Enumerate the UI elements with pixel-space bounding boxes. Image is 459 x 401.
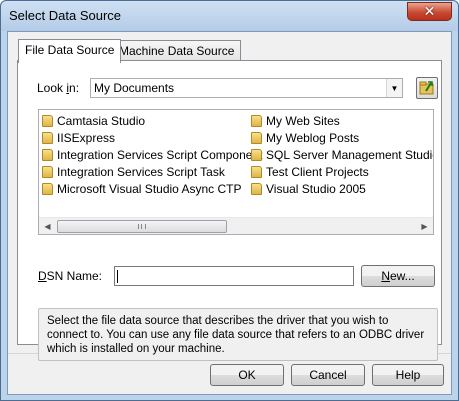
list-item[interactable]: Visual Studio 2005 — [251, 180, 366, 197]
folder-icon — [42, 131, 53, 144]
list-item-label: Test Client Projects — [266, 164, 369, 179]
dsn-name-input[interactable] — [114, 266, 354, 286]
description-box: Select the file data source that describ… — [38, 308, 438, 361]
tab-label: File Data Source — [25, 43, 115, 57]
description-text: Select the file data source that describ… — [47, 315, 425, 355]
tab-machine-data-source[interactable]: Machine Data Source — [112, 40, 242, 62]
scroll-right-icon[interactable]: ▶ — [416, 218, 433, 234]
list-item-label: IISExpress — [57, 130, 116, 145]
list-item[interactable]: Camtasia Studio — [42, 112, 145, 129]
list-item-label: My Web Sites — [266, 113, 340, 128]
look-in-value: My Documents — [94, 81, 175, 95]
title-bar[interactable]: Select Data Source ✕ — [1, 1, 458, 31]
list-item[interactable]: Integration Services Script Task — [42, 163, 225, 180]
ok-button-label: OK — [238, 368, 256, 382]
list-item-label: Integration Services Script Task — [57, 164, 225, 179]
list-item-label: Visual Studio 2005 — [266, 181, 366, 196]
tab-file-data-source[interactable]: File Data Source — [18, 39, 122, 63]
help-button-label: Help — [395, 368, 421, 382]
folder-icon — [251, 131, 262, 144]
new-button-label: New... — [381, 269, 415, 283]
folder-icon — [251, 182, 262, 195]
horizontal-scrollbar[interactable]: ◀ ▶ — [39, 217, 433, 234]
list-item[interactable]: Integration Services Script Component — [42, 146, 262, 163]
close-button[interactable]: ✕ — [407, 2, 452, 21]
list-item-label: SQL Server Management Studio — [266, 147, 434, 162]
list-item[interactable]: My Web Sites — [251, 112, 340, 129]
new-button[interactable]: New... — [361, 265, 435, 287]
tab-label: Machine Data Source — [119, 44, 235, 58]
folder-icon — [42, 165, 53, 178]
folder-icon — [42, 114, 53, 127]
list-item[interactable]: My Weblog Posts — [251, 129, 359, 146]
look-in-label: Look in: — [37, 81, 80, 95]
cancel-button-label: Cancel — [309, 368, 347, 382]
look-in-dropdown[interactable]: My Documents ▼ — [90, 78, 403, 98]
list-item-label: Camtasia Studio — [57, 113, 146, 128]
folder-icon — [42, 182, 53, 195]
scroll-thumb[interactable] — [57, 220, 227, 233]
help-button[interactable]: Help — [372, 364, 444, 386]
list-item[interactable]: IISExpress — [42, 129, 115, 146]
folder-icon — [251, 165, 262, 178]
dsn-name-label: DSN Name: — [38, 269, 103, 283]
dialog-client: File Data Source Machine Data Source Loo… — [7, 31, 452, 395]
list-item[interactable]: Test Client Projects — [251, 163, 369, 180]
folder-icon — [251, 114, 262, 127]
text-caret — [117, 270, 118, 283]
folder-up-icon — [419, 81, 434, 95]
chevron-down-icon[interactable]: ▼ — [386, 79, 402, 97]
ok-button[interactable]: OK — [210, 364, 284, 386]
folder-icon — [251, 148, 262, 161]
tab-panel: Look in: My Documents ▼ Camtasia Studio — [17, 60, 442, 361]
list-item[interactable]: Microsoft Visual Studio Async CTP — [42, 180, 242, 197]
list-item[interactable]: SQL Server Management Studio — [251, 146, 434, 163]
window-title: Select Data Source — [9, 8, 122, 23]
list-item-label: Microsoft Visual Studio Async CTP — [57, 181, 242, 196]
folder-icon — [42, 148, 53, 161]
scroll-left-icon[interactable]: ◀ — [39, 218, 56, 234]
list-item-label: My Weblog Posts — [266, 130, 360, 145]
file-list[interactable]: Camtasia Studio IISExpress Integration S… — [38, 109, 434, 235]
close-icon: ✕ — [423, 3, 436, 19]
dialog-window: Select Data Source ✕ File Data Source Ma… — [0, 0, 459, 401]
up-folder-button[interactable] — [416, 77, 438, 99]
cancel-button[interactable]: Cancel — [291, 364, 365, 386]
list-item-label: Integration Services Script Component — [57, 147, 263, 162]
